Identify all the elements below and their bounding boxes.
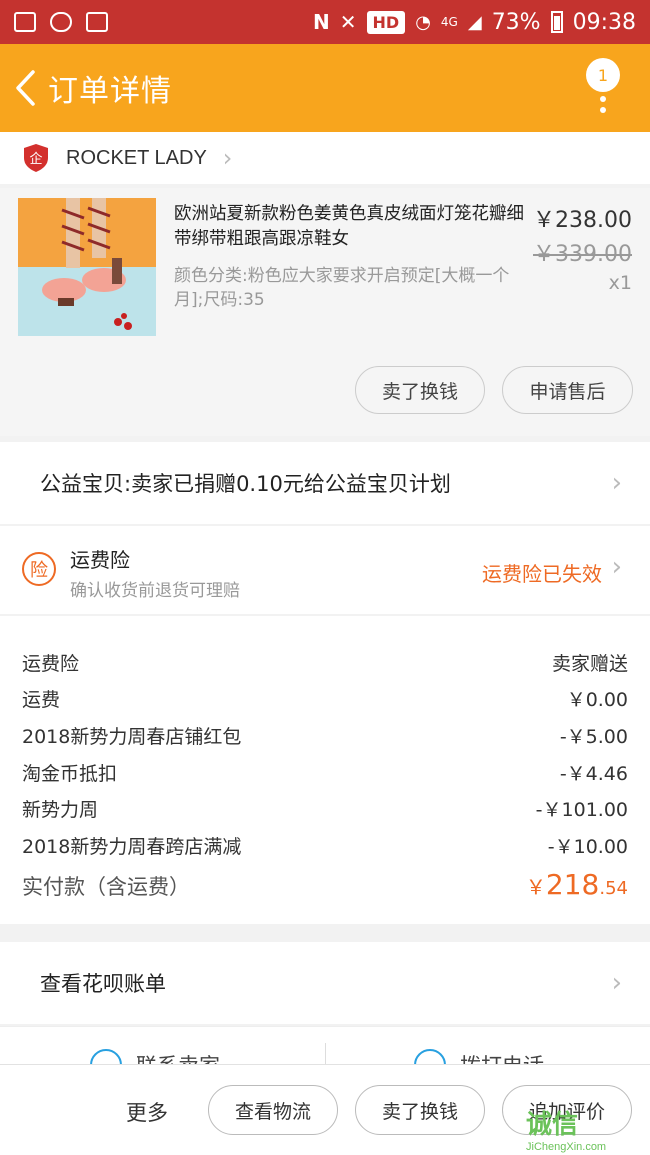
sell-for-cash-button[interactable]: 卖了换钱	[355, 366, 485, 414]
insurance-icon: 险	[22, 552, 56, 586]
notification-badge: 1	[586, 58, 620, 92]
chevron-right-icon: ›	[222, 144, 233, 172]
fee-breakdown: 运费险 卖家赠送 运费 ￥0.00 2018新势力周春店铺红包 -￥5.00 淘…	[0, 616, 650, 924]
fee-label: 运费险	[22, 652, 80, 675]
fee-label: 新势力周	[22, 799, 99, 822]
gallery-icon	[14, 12, 36, 32]
more-button[interactable]: 更多	[126, 1097, 168, 1127]
charity-text: 公益宝贝:卖家已捐赠0.10元给公益宝贝计划	[40, 472, 451, 496]
total-currency: ￥	[525, 874, 546, 899]
clock: 09:38	[572, 9, 636, 35]
sell-for-cash-button[interactable]: 卖了换钱	[355, 1085, 485, 1135]
enterprise-shield-icon: 企	[24, 144, 48, 172]
after-sales-button[interactable]: 申请售后	[502, 366, 633, 414]
fee-line: 2018新势力周春店铺红包 -￥5.00	[22, 717, 628, 754]
total-label: 实付款（含运费）	[22, 874, 190, 899]
chevron-left-icon	[16, 70, 35, 106]
divider	[325, 1043, 326, 1066]
battery-icon	[550, 11, 563, 33]
fee-value: -￥10.00	[547, 835, 628, 858]
fee-label: 淘金币抵扣	[22, 762, 118, 785]
huabei-bill-row[interactable]: 查看花呗账单 ›	[0, 942, 650, 1024]
wifi-icon: ◔	[415, 11, 431, 33]
fee-value: -￥4.46	[559, 762, 628, 785]
signal-icon: ◢	[467, 11, 482, 33]
nav-bar: 订单详情 1	[0, 44, 650, 132]
fee-value: ￥0.00	[566, 689, 628, 712]
fee-label: 运费	[22, 689, 61, 712]
product-card[interactable]: 欧洲站夏新款粉色姜黄色真皮绒面灯笼花瓣细带绑带粗跟高跟凉鞋女 颜色分类:粉色应大…	[0, 188, 650, 436]
insurance-title: 运费险	[70, 548, 130, 572]
nfc-icon: N	[313, 10, 330, 34]
contact-strip: 联系卖家 拨打电话	[0, 1026, 650, 1066]
fee-line: 新势力周 -￥101.00	[22, 790, 628, 827]
fee-line: 淘金币抵扣 -￥4.46	[22, 754, 628, 791]
total-integer: 218	[545, 867, 600, 901]
chevron-right-icon: ›	[611, 552, 622, 582]
message-icon	[50, 12, 72, 32]
battery-percent: 73%	[491, 9, 541, 35]
fee-label: 2018新势力周春店铺红包	[22, 725, 242, 748]
shop-row[interactable]: 企 ROCKET LADY ›	[0, 132, 650, 184]
total-amount: ￥218.54	[526, 868, 628, 901]
watermark-logo: 诚信	[526, 1110, 579, 1140]
fee-line: 运费险 卖家赠送	[22, 644, 628, 681]
status-bar: N ✕ HD ◔ 4G ◢ 73% 09:38	[0, 0, 650, 44]
fee-line: 运费 ￥0.00	[22, 681, 628, 718]
fee-value: 卖家赠送	[551, 652, 628, 675]
site-watermark: 诚信 JiChengXin.com	[526, 1104, 646, 1154]
product-original-price: ￥339.00	[533, 242, 632, 267]
more-dots-icon	[600, 96, 606, 113]
total-line: 实付款（含运费） ￥218.54	[22, 868, 628, 901]
product-quantity: x1	[608, 272, 632, 294]
mute-icon: ✕	[339, 10, 357, 34]
page-title: 订单详情	[48, 74, 172, 109]
charity-row[interactable]: 公益宝贝:卖家已捐赠0.10元给公益宝贝计划 ›	[0, 442, 650, 524]
fee-label: 2018新势力周春跨店满减	[22, 835, 242, 858]
svg-text:企: 企	[29, 151, 42, 167]
insurance-status: 运费险已失效	[482, 562, 602, 586]
product-price: ￥238.00	[533, 208, 632, 233]
fee-value: -￥101.00	[535, 799, 628, 822]
product-spec: 颜色分类:粉色应大家要求开启预定[大概一个月];尺码:35	[174, 266, 510, 310]
chevron-right-icon: ›	[611, 468, 622, 498]
network-type: 4G	[440, 15, 458, 29]
fee-line: 2018新势力周春跨店满减 -￥10.00	[22, 827, 628, 864]
checklist-icon	[86, 12, 108, 32]
hd-badge: HD	[366, 10, 406, 34]
fee-value: -￥5.00	[559, 725, 628, 748]
more-menu-button[interactable]: 1	[586, 58, 620, 118]
huabei-text: 查看花呗账单	[40, 972, 166, 996]
product-image[interactable]	[18, 198, 156, 336]
chevron-right-icon: ›	[611, 968, 622, 998]
freight-insurance-row[interactable]: 险 运费险 确认收货前退货可理赔 运费险已失效 ›	[0, 526, 650, 614]
back-button[interactable]	[4, 44, 46, 132]
product-title[interactable]: 欧洲站夏新款粉色姜黄色真皮绒面灯笼花瓣细带绑带粗跟高跟凉鞋女	[174, 202, 524, 252]
shop-name: ROCKET LADY	[66, 146, 207, 169]
insurance-subtitle: 确认收货前退货可理赔	[70, 581, 240, 601]
view-logistics-button[interactable]: 查看物流	[208, 1085, 338, 1135]
total-cents: .54	[599, 877, 628, 899]
watermark-url: JiChengXin.com	[526, 1141, 607, 1153]
